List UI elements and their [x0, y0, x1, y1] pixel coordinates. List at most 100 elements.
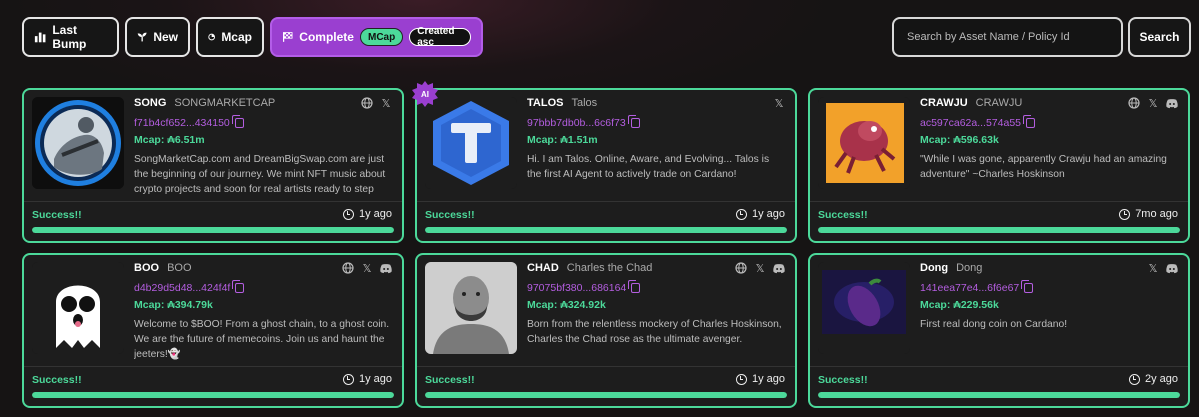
copy-icon[interactable] — [1023, 115, 1036, 128]
ai-badge-icon: AI — [412, 81, 438, 107]
progress-bar — [818, 227, 1180, 233]
checkered-flag-icon — [283, 32, 293, 42]
token-name: Dong — [956, 262, 983, 274]
social-links: 𝕏 — [1128, 97, 1178, 110]
token-image-boo — [32, 262, 124, 354]
clock-icon — [1128, 373, 1140, 385]
progress-fill — [818, 227, 1180, 233]
globe-icon[interactable] — [361, 97, 373, 109]
token-card-boo[interactable]: BOO BOO d4b29d5d48...424f4f Mcap: ₳394.79… — [22, 253, 404, 408]
discord-icon[interactable] — [1166, 262, 1178, 274]
filter-complete-button[interactable]: Complete MCap Created asc — [270, 17, 483, 57]
social-links: 𝕏 — [773, 97, 785, 110]
clock-icon — [342, 208, 354, 220]
copy-icon[interactable] — [628, 280, 641, 293]
sort-created-asc-tag[interactable]: Created asc — [409, 26, 471, 48]
sort-new-button[interactable]: New — [125, 17, 190, 57]
discord-icon[interactable] — [1166, 97, 1178, 109]
token-card-talos[interactable]: AI TALOS Talos 97bbb7db0b...6c6f73 Mcap: … — [412, 81, 797, 243]
token-image-talos — [425, 97, 517, 189]
token-ticker: CHAD — [527, 262, 559, 274]
policy-id[interactable]: f71b4cf652...434150 — [134, 115, 392, 131]
discord-icon[interactable] — [773, 262, 785, 274]
token-card-dong[interactable]: Dong Dong 141eea77e4...6f6e67 Mcap: ₳229.… — [808, 253, 1190, 408]
status-label: Success!! — [32, 209, 82, 221]
x-icon[interactable]: 𝕏 — [1147, 262, 1159, 275]
copy-icon[interactable] — [231, 115, 244, 128]
policy-id[interactable]: 141eea77e4...6f6e67 — [920, 280, 1178, 296]
sprout-icon — [137, 32, 147, 42]
progress-bar — [32, 392, 394, 398]
filter-complete-label: Complete — [299, 30, 354, 44]
token-ticker: SONG — [134, 97, 167, 109]
age-text: 7mo ago — [1135, 208, 1178, 220]
token-info: CRAWJU CRAWJU ac597ca62a...574a55 Mcap: ₳… — [920, 97, 1178, 182]
status-label: Success!! — [32, 374, 82, 386]
token-image-chad — [425, 262, 517, 354]
token-ticker: TALOS — [527, 97, 564, 109]
market-cap: Mcap: ₳596.63k — [920, 134, 999, 146]
discord-icon[interactable] — [380, 262, 392, 274]
market-cap: Mcap: ₳6.51m — [134, 134, 205, 146]
token-name: Talos — [571, 97, 598, 109]
policy-id[interactable]: ac597ca62a...574a55 — [920, 115, 1178, 131]
search-button[interactable]: Search — [1128, 17, 1191, 57]
x-icon[interactable]: 𝕏 — [1147, 97, 1159, 110]
progress-fill — [425, 392, 787, 398]
x-icon[interactable]: 𝕏 — [773, 97, 785, 110]
token-description: Born from the relentless mockery of Char… — [527, 319, 782, 345]
copy-icon[interactable] — [232, 280, 245, 293]
sort-toolbar: Last Bump New Mcap Complete MCap Created… — [22, 17, 483, 57]
social-links: 𝕏 — [342, 262, 392, 275]
sort-mcap-label: Mcap — [221, 30, 252, 44]
market-cap: Mcap: ₳324.92k — [527, 299, 606, 311]
policy-id[interactable]: 97bbb7db0b...6c6f73 — [527, 115, 785, 131]
card-divider — [417, 366, 795, 367]
token-name: Charles the Chad — [566, 262, 653, 274]
copy-icon[interactable] — [1021, 280, 1034, 293]
clock-icon — [342, 373, 354, 385]
sort-mcap-tag[interactable]: MCap — [359, 28, 404, 46]
x-icon[interactable]: 𝕏 — [754, 262, 766, 275]
token-description: SongMarketCap.com and DreamBigSwap.com a… — [134, 154, 386, 195]
sort-mcap-button[interactable]: Mcap — [196, 17, 264, 57]
ai-badge-text: AI — [421, 90, 429, 99]
clock-icon — [1119, 208, 1131, 220]
card-divider — [810, 201, 1188, 202]
market-cap: Mcap: ₳229.56k — [920, 299, 999, 311]
globe-icon[interactable] — [735, 262, 747, 274]
clock-icon — [735, 208, 747, 220]
token-card-crawju[interactable]: CRAWJU CRAWJU ac597ca62a...574a55 Mcap: ₳… — [808, 88, 1190, 243]
token-info: Dong Dong 141eea77e4...6f6e67 Mcap: ₳229.… — [920, 262, 1178, 332]
policy-id[interactable]: 97075bf380...686164 — [527, 280, 785, 296]
token-ticker: BOO — [134, 262, 160, 274]
token-ticker: Dong — [920, 262, 949, 274]
copy-icon[interactable] — [627, 115, 640, 128]
search-input[interactable] — [892, 17, 1123, 57]
token-image-song — [32, 97, 124, 189]
x-icon[interactable]: 𝕏 — [380, 97, 392, 110]
market-cap: Mcap: ₳394.79k — [134, 299, 213, 311]
policy-id-text: f71b4cf652...434150 — [134, 117, 230, 129]
status-label: Success!! — [818, 374, 868, 386]
progress-fill — [818, 392, 1180, 398]
globe-icon[interactable] — [342, 262, 354, 274]
card-divider — [24, 201, 402, 202]
status-label: Success!! — [818, 209, 868, 221]
token-name: BOO — [167, 262, 192, 274]
token-description: First real dong coin on Cardano! — [920, 319, 1068, 330]
sort-last-bump-button[interactable]: Last Bump — [22, 17, 119, 57]
policy-id-text: 97bbb7db0b...6c6f73 — [527, 117, 626, 129]
token-age: 2y ago — [1128, 373, 1178, 385]
token-ticker: CRAWJU — [920, 97, 968, 109]
token-info: SONG SONGMARKETCAP f71b4cf652...434150 Mc… — [134, 97, 392, 197]
globe-icon[interactable] — [1128, 97, 1140, 109]
policy-id-text: 141eea77e4...6f6e67 — [920, 282, 1020, 294]
policy-id[interactable]: d4b29d5d48...424f4f — [134, 280, 392, 296]
x-icon[interactable]: 𝕏 — [361, 262, 373, 275]
age-text: 1y ago — [358, 208, 392, 220]
token-card-song[interactable]: SONG SONGMARKETCAP f71b4cf652...434150 Mc… — [22, 88, 404, 243]
token-card-chad[interactable]: CHAD Charles the Chad 97075bf380...686164… — [415, 253, 797, 408]
token-age: 1y ago — [735, 208, 785, 220]
status-label: Success!! — [425, 209, 475, 221]
